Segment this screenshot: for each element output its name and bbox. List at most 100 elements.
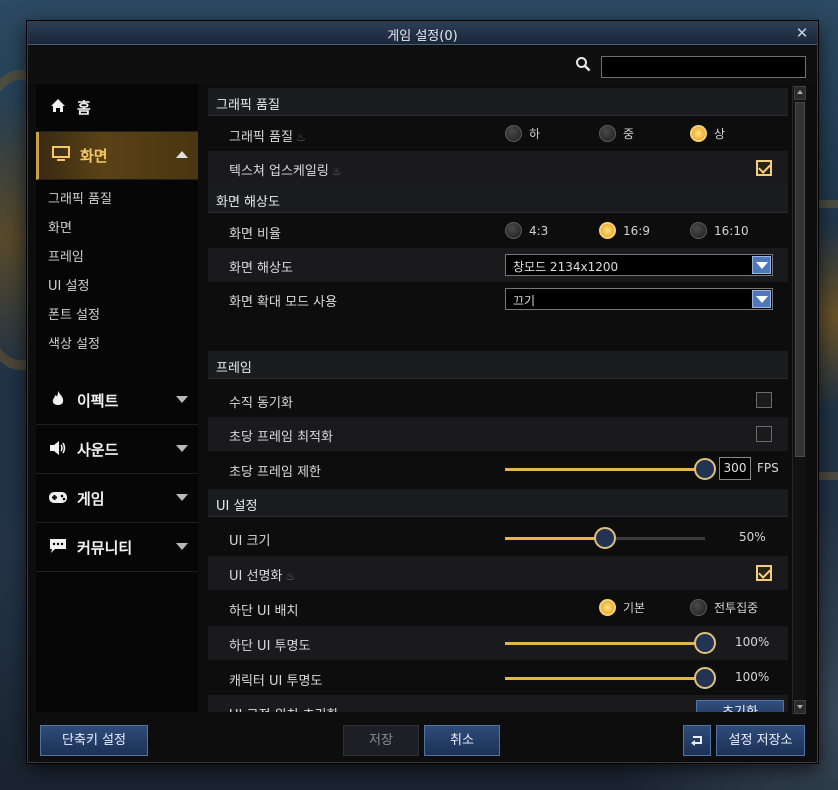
nav-sound[interactable]: 사운드 (36, 426, 198, 474)
sub-item-frame[interactable]: 프레임 (48, 246, 84, 265)
flame-icon: ♨ (285, 570, 296, 583)
section-resolution: 화면 해상도 (208, 185, 788, 213)
flame-icon: ♨ (331, 165, 342, 178)
scroll-down-icon[interactable] (794, 700, 806, 714)
ui-pos-reset-button[interactable]: 초기화 (696, 700, 784, 712)
settings-content: 그래픽 품질 그래픽 품질 ♨ 하 중 상 텍스쳐 업스케일링 ♨ 화면 해상도 화… (208, 85, 788, 712)
scroll-up-icon[interactable] (794, 86, 806, 100)
row-bottom-ui-opacity: 하단 UI 투명도 100% (208, 626, 788, 660)
cancel-button[interactable]: 취소 (424, 725, 500, 756)
slider-knob[interactable] (694, 458, 716, 480)
resolution-value: 창모드 2134x1200 (513, 260, 619, 274)
close-icon[interactable]: ✕ (793, 23, 811, 43)
search-icon[interactable] (575, 56, 591, 72)
radio-quality-mid[interactable]: 중 (599, 125, 634, 142)
nav-effect[interactable]: 이펙트 (36, 377, 198, 425)
row-graphic-quality: 그래픽 품질 ♨ 하 중 상 (208, 117, 788, 151)
graphic-quality-label: 그래픽 품질 (229, 130, 293, 145)
zoom-mode-value: 끄기 (513, 294, 536, 308)
content-scrollbar[interactable] (792, 85, 806, 715)
row-vsync: 수직 동기화 (208, 383, 788, 417)
resolution-dropdown[interactable]: 창모드 2134x1200 (505, 254, 773, 276)
row-ui-pos-reset: UI 고정 위치 초기화 초기화 (208, 695, 788, 712)
chevron-down-icon[interactable] (752, 290, 771, 308)
radio-aspect-4-3[interactable]: 4:3 (505, 222, 548, 239)
radio-dot (690, 125, 707, 142)
texture-upscaling-checkbox[interactable] (756, 160, 772, 176)
char-ui-opacity-slider[interactable] (505, 667, 716, 689)
nav-community[interactable]: 커뮤니티 (36, 524, 198, 572)
slider-knob[interactable] (694, 667, 716, 689)
chevron-down-icon (176, 396, 188, 403)
chevron-down-icon[interactable] (752, 256, 771, 274)
bottom-ui-opacity-slider[interactable] (505, 632, 716, 654)
sub-item-font[interactable]: 폰트 설정 (48, 304, 100, 323)
aspect-ratio-label: 화면 비율 (229, 227, 281, 242)
radio-label: 4:3 (529, 223, 549, 238)
search-bar (28, 46, 817, 84)
radio-aspect-16-9[interactable]: 16:9 (599, 222, 650, 239)
vsync-checkbox[interactable] (756, 392, 772, 408)
title-bar: 게임 설정(0) ✕ (28, 22, 817, 45)
ui-sharpen-label: UI 선명화 (229, 569, 283, 584)
char-ui-opacity-label: 캐릭터 UI 투명도 (229, 674, 323, 689)
ui-sharpen-checkbox[interactable] (756, 565, 772, 581)
scroll-thumb[interactable] (795, 102, 805, 457)
section-frame: 프레임 (208, 351, 788, 379)
slider-fill (505, 468, 705, 471)
nav-home[interactable]: 홈 (36, 84, 198, 132)
radio-quality-high[interactable]: 상 (690, 125, 725, 142)
row-aspect-ratio: 화면 비율 4:3 16:9 16:10 (208, 214, 788, 248)
radio-dot (505, 222, 522, 239)
window-title: 게임 설정(0) (387, 29, 458, 44)
ui-pos-reset-label: UI 고정 위치 초기화 (229, 704, 338, 712)
radio-layout-default[interactable]: 기본 (599, 599, 645, 616)
flame-icon (47, 390, 69, 411)
row-fps-limit: 초당 프레임 제한 300 FPS (208, 452, 788, 486)
resolution-label: 화면 해상도 (229, 261, 293, 276)
nav-community-label: 커뮤니티 (77, 539, 133, 557)
texture-upscaling-label: 텍스쳐 업스케일링 (229, 164, 329, 179)
radio-layout-combat[interactable]: 전투집중 (690, 599, 758, 616)
nav-home-label: 홈 (77, 99, 91, 117)
row-fps-opt: 초당 프레임 최적화 (208, 417, 788, 451)
nav-effect-label: 이펙트 (77, 392, 119, 410)
nav-screen-label: 화면 (80, 147, 108, 165)
nav-game-label: 게임 (77, 490, 105, 508)
ui-size-label: UI 크기 (229, 534, 271, 549)
save-settings-storage-button[interactable]: 설정 저장소 (716, 725, 805, 756)
chat-icon (47, 538, 69, 558)
sub-item-screen[interactable]: 화면 (48, 217, 72, 236)
fps-limit-slider[interactable] (505, 458, 716, 480)
reset-arrow-icon[interactable] (683, 725, 711, 756)
nav-screen[interactable]: 화면 (36, 132, 198, 180)
bottom-ui-opacity-value: 100% (735, 635, 770, 649)
search-input[interactable] (601, 56, 806, 78)
slider-fill (505, 642, 705, 645)
radio-quality-low[interactable]: 하 (505, 125, 540, 142)
radio-dot (599, 599, 616, 616)
nav-game[interactable]: 게임 (36, 475, 198, 523)
fps-opt-checkbox[interactable] (756, 426, 772, 442)
radio-aspect-16-10[interactable]: 16:10 (690, 222, 749, 239)
speaker-icon (47, 440, 69, 459)
sub-item-ui[interactable]: UI 설정 (48, 275, 89, 294)
ui-size-slider[interactable] (505, 527, 705, 549)
zoom-mode-dropdown[interactable]: 끄기 (505, 288, 773, 310)
char-ui-opacity-value: 100% (735, 670, 770, 684)
sub-item-color[interactable]: 색상 설정 (48, 333, 100, 352)
sidebar: 홈 화면 그래픽 품질 화면 프레임 UI 설정 폰트 설정 색상 설정 이펙트… (36, 84, 198, 712)
radio-label: 16:10 (714, 223, 749, 238)
slider-knob[interactable] (594, 527, 616, 549)
radio-dot (690, 599, 707, 616)
save-button[interactable]: 저장 (343, 725, 419, 756)
fps-limit-input[interactable]: 300 (719, 457, 751, 480)
sub-item-graphic-quality[interactable]: 그래픽 품질 (48, 188, 112, 207)
slider-fill (505, 537, 605, 540)
section-ui: UI 설정 (208, 489, 788, 517)
row-char-ui-opacity: 캐릭터 UI 투명도 100% (208, 661, 788, 695)
slider-knob[interactable] (694, 632, 716, 654)
row-zoom-mode: 화면 확대 모드 사용 끄기 (208, 282, 788, 316)
row-ui-sharpen: UI 선명화 ♨ (208, 556, 788, 590)
shortcut-settings-button[interactable]: 단축키 설정 (40, 725, 148, 756)
